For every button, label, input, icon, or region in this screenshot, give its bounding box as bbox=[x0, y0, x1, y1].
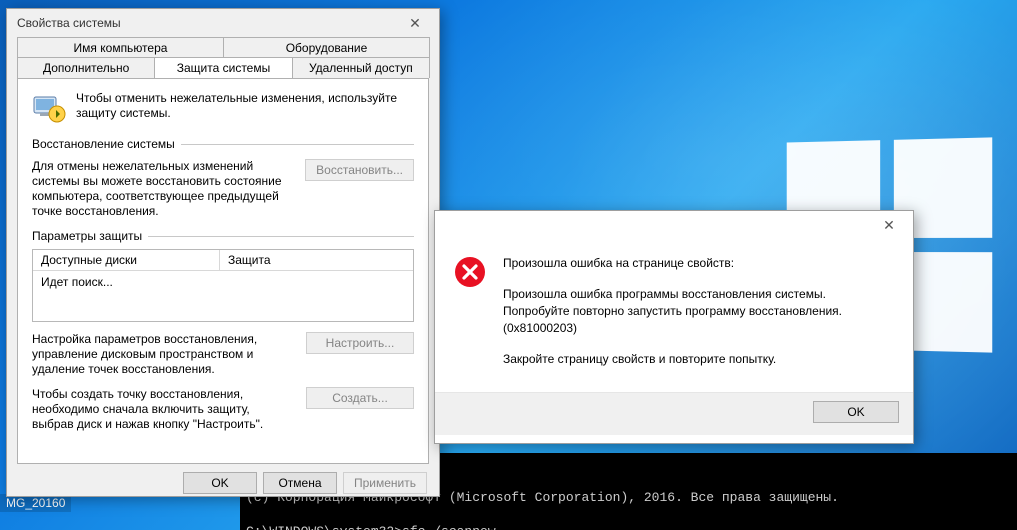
cancel-button[interactable]: Отмена bbox=[263, 472, 337, 494]
window-title: Свойства системы bbox=[17, 16, 121, 30]
tab-system-protection[interactable]: Защита системы bbox=[154, 57, 292, 78]
tab-computer-name[interactable]: Имя компьютера bbox=[17, 37, 224, 58]
error-instruction: Закройте страницу свойств и повторите по… bbox=[503, 351, 895, 368]
create-button[interactable]: Создать... bbox=[306, 387, 414, 409]
col-protection[interactable]: Защита bbox=[220, 250, 413, 271]
error-detail: Произошла ошибка программы восстановлени… bbox=[503, 286, 895, 337]
restore-button[interactable]: Восстановить... bbox=[305, 159, 414, 181]
drives-header: Доступные диски Защита bbox=[33, 250, 413, 271]
restore-description: Для отмены нежелательных изменений систе… bbox=[32, 159, 293, 219]
configure-description: Настройка параметров восстановления, упр… bbox=[32, 332, 294, 377]
system-protection-icon bbox=[32, 91, 66, 125]
titlebar[interactable]: Свойства системы ✕ bbox=[7, 9, 439, 37]
error-dialog: ✕ Произошла ошибка на странице свойств: … bbox=[434, 210, 914, 444]
error-text: Произошла ошибка на странице свойств: Пр… bbox=[503, 255, 895, 382]
close-icon: ✕ bbox=[409, 15, 421, 32]
apply-button[interactable]: Применить bbox=[343, 472, 427, 494]
system-properties-window: Свойства системы ✕ Имя компьютера Оборуд… bbox=[6, 8, 440, 497]
col-drives[interactable]: Доступные диски bbox=[33, 250, 220, 271]
section-restore-label: Восстановление системы bbox=[32, 137, 414, 151]
ok-button[interactable]: OK bbox=[183, 472, 257, 494]
drives-table[interactable]: Доступные диски Защита Идет поиск... bbox=[32, 249, 414, 322]
cmd-prompt-line: C:\WINDOWS\system32>sfc /scannow bbox=[246, 524, 496, 530]
error-icon bbox=[453, 255, 487, 289]
tab-remote[interactable]: Удаленный доступ bbox=[292, 57, 430, 78]
error-heading: Произошла ошибка на странице свойств: bbox=[503, 255, 895, 272]
configure-button[interactable]: Настроить... bbox=[306, 332, 414, 354]
tab-advanced[interactable]: Дополнительно bbox=[17, 57, 155, 78]
error-titlebar[interactable]: ✕ bbox=[435, 211, 913, 239]
tab-hardware[interactable]: Оборудование bbox=[223, 37, 430, 58]
close-button[interactable]: ✕ bbox=[395, 12, 435, 34]
dialog-buttons: OK Отмена Применить bbox=[7, 464, 439, 502]
create-description: Чтобы создать точку восстановления, необ… bbox=[32, 387, 294, 432]
close-icon: ✕ bbox=[883, 217, 895, 234]
info-text: Чтобы отменить нежелательные изменения, … bbox=[76, 91, 414, 125]
tab-pane: Чтобы отменить нежелательные изменения, … bbox=[17, 78, 429, 464]
error-ok-button[interactable]: OK bbox=[813, 401, 899, 423]
drives-status: Идет поиск... bbox=[33, 271, 413, 321]
desktop-wallpaper: строка - sfc /scannow sion 10.0.14393] (… bbox=[0, 0, 1017, 530]
error-close-button[interactable]: ✕ bbox=[869, 214, 909, 236]
section-params-label: Параметры защиты bbox=[32, 229, 414, 243]
